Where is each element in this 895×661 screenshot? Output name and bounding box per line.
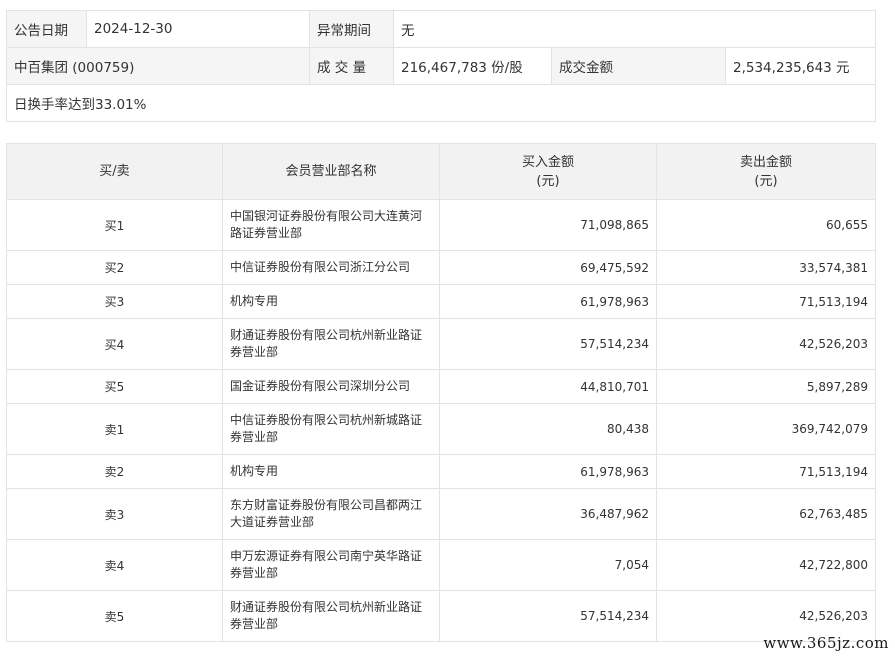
sell-amount-cell: 71,513,194 [656, 454, 876, 489]
buy-amount-cell: 57,514,234 [439, 318, 657, 370]
trading-seats-table: 买/卖 会员营业部名称 买入金额 (元) 卖出金额 (元) 买1 中国银河证券股份… [6, 143, 876, 642]
buy-amount-cell: 80,438 [439, 403, 657, 455]
side-cell: 卖2 [6, 454, 223, 489]
header-buy: 买入金额 (元) [439, 143, 657, 200]
table-row: 买4 财通证券股份有限公司杭州新业路证券营业部 57,514,234 42,526,2… [6, 318, 876, 370]
table-row: 卖1 中信证券股份有限公司杭州新城路证券营业部 80,438 369,742,079 [6, 403, 876, 455]
side-cell: 买2 [6, 250, 223, 285]
member-name-cell: 国金证券股份有限公司深圳分公司 [222, 369, 440, 404]
buy-amount-cell: 36,487,962 [439, 488, 657, 540]
sell-amount-cell: 369,742,079 [656, 403, 876, 455]
date-label: 公告日期 [6, 10, 87, 48]
member-name-cell: 东方财富证券股份有限公司昌都两江大道证券营业部 [222, 488, 440, 540]
member-name-cell: 中信证券股份有限公司杭州新城路证券营业部 [222, 403, 440, 455]
side-cell: 卖1 [6, 403, 223, 455]
sell-amount-cell: 42,722,800 [656, 539, 876, 591]
member-name-cell: 中信证券股份有限公司浙江分公司 [222, 250, 440, 285]
header-side: 买/卖 [6, 143, 223, 200]
side-cell: 买3 [6, 284, 223, 319]
sell-amount-cell: 5,897,289 [656, 369, 876, 404]
table-row: 卖2 机构专用 61,978,963 71,513,194 [6, 454, 876, 489]
date-value: 2024-12-30 [86, 10, 310, 48]
buy-amount-cell: 61,978,963 [439, 284, 657, 319]
member-name-cell: 机构专用 [222, 284, 440, 319]
amount-label: 成交金额 [551, 47, 726, 85]
member-name-cell: 机构专用 [222, 454, 440, 489]
member-name-cell: 财通证券股份有限公司杭州新业路证券营业部 [222, 318, 440, 370]
stock-name: 中百集团 (000759) [6, 47, 310, 85]
table-row: 买5 国金证券股份有限公司深圳分公司 44,810,701 5,897,289 [6, 369, 876, 404]
volume-value: 216,467,783 份/股 [393, 47, 552, 85]
sell-amount-cell: 33,574,381 [656, 250, 876, 285]
amount-value: 2,534,235,643 元 [725, 47, 876, 85]
sell-amount-cell: 60,655 [656, 199, 876, 251]
buy-amount-cell: 61,978,963 [439, 454, 657, 489]
member-name-cell: 申万宏源证券有限公司南宁英华路证券营业部 [222, 539, 440, 591]
header-sell: 卖出金额 (元) [656, 143, 876, 200]
sell-amount-cell: 71,513,194 [656, 284, 876, 319]
table-row: 卖4 申万宏源证券有限公司南宁英华路证券营业部 7,054 42,722,800 [6, 539, 876, 591]
member-name-cell: 中国银河证券股份有限公司大连黄河路证券营业部 [222, 199, 440, 251]
volume-label: 成 交 量 [309, 47, 394, 85]
side-cell: 买5 [6, 369, 223, 404]
table-row: 买1 中国银河证券股份有限公司大连黄河路证券营业部 71,098,865 60,655 [6, 199, 876, 251]
table-row: 买2 中信证券股份有限公司浙江分公司 69,475,592 33,574,381 [6, 250, 876, 285]
sell-amount-cell: 42,526,203 [656, 318, 876, 370]
member-name-cell: 财通证券股份有限公司杭州新业路证券营业部 [222, 590, 440, 642]
buy-amount-cell: 7,054 [439, 539, 657, 591]
sell-amount-cell: 62,763,485 [656, 488, 876, 540]
announcement-info-table: 公告日期 2024-12-30 异常期间 无 中百集团 (000759) 成 交… [6, 10, 876, 122]
buy-amount-cell: 71,098,865 [439, 199, 657, 251]
turnover-text: 日换手率达到33.01% [6, 84, 876, 122]
side-cell: 买1 [6, 199, 223, 251]
buy-amount-cell: 44,810,701 [439, 369, 657, 404]
side-cell: 卖5 [6, 590, 223, 642]
table-row: 买3 机构专用 61,978,963 71,513,194 [6, 284, 876, 319]
buy-amount-cell: 57,514,234 [439, 590, 657, 642]
side-cell: 买4 [6, 318, 223, 370]
header-member: 会员营业部名称 [222, 143, 440, 200]
table-header-row: 买/卖 会员营业部名称 买入金额 (元) 卖出金额 (元) [6, 143, 876, 200]
table-row: 卖5 财通证券股份有限公司杭州新业路证券营业部 57,514,234 42,526,2… [6, 590, 876, 642]
buy-amount-cell: 69,475,592 [439, 250, 657, 285]
period-label: 异常期间 [309, 10, 394, 48]
side-cell: 卖3 [6, 488, 223, 540]
table-row: 卖3 东方财富证券股份有限公司昌都两江大道证券营业部 36,487,962 62,76… [6, 488, 876, 540]
side-cell: 卖4 [6, 539, 223, 591]
watermark: www.365jz.com [763, 634, 889, 652]
period-value: 无 [393, 10, 876, 48]
